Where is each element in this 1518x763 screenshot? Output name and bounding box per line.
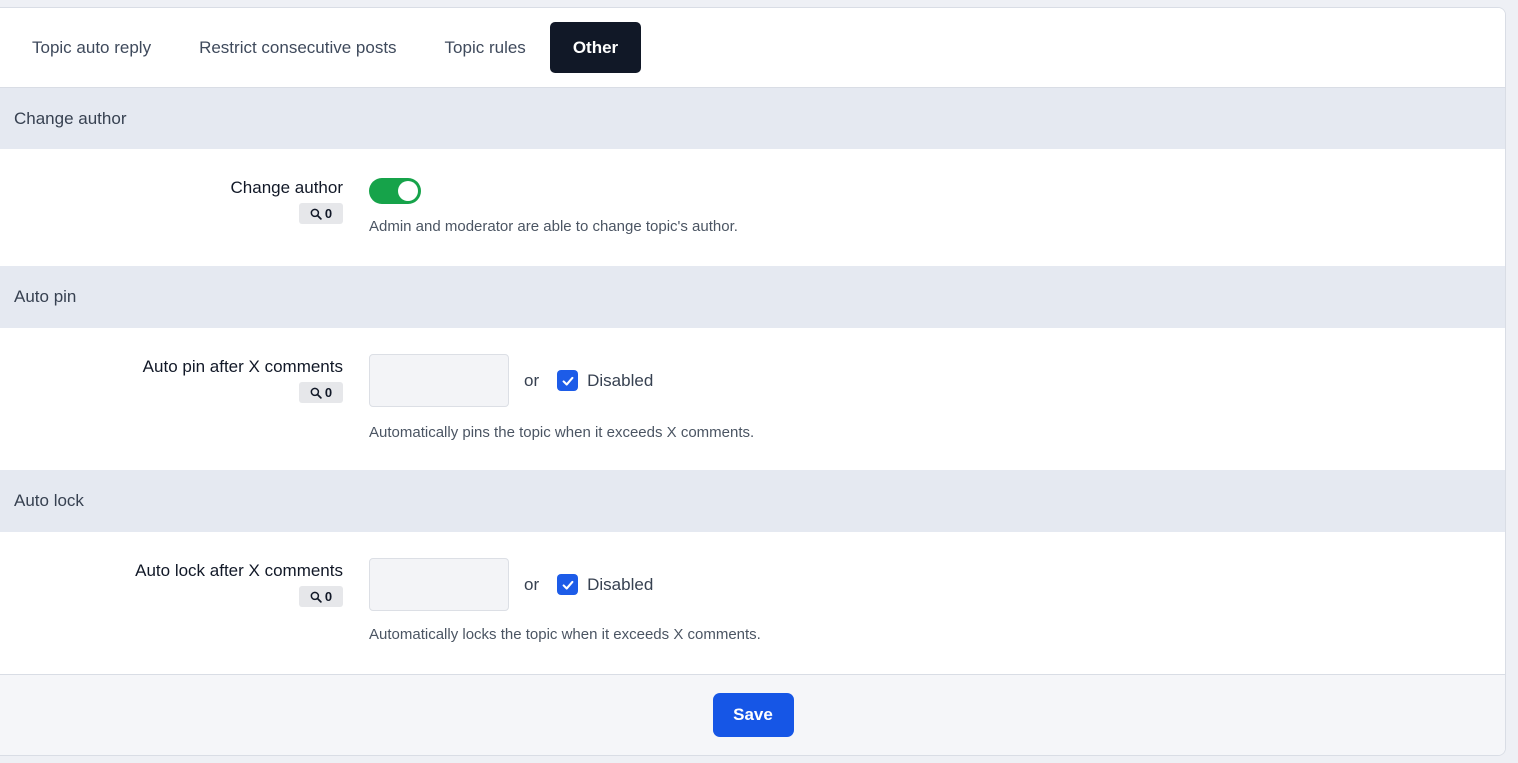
auto-lock-count-input[interactable] [369,558,509,611]
checkbox-label[interactable]: Disabled [587,371,653,391]
setting-label: Change author [230,178,343,197]
section-header-auto-lock: Auto lock [0,470,1505,532]
setting-label: Auto pin after X comments [142,357,343,376]
setting-row-change-author: Change author 0 Admin and moderator are … [0,149,1505,266]
search-count-badge[interactable]: 0 [299,382,343,403]
help-text: Admin and moderator are able to change t… [369,218,738,235]
setting-label-group: Change author 0 [0,178,343,266]
search-count: 0 [324,589,333,604]
auto-pin-disabled-checkbox[interactable] [557,370,579,391]
inline-controls: or Disabled [369,354,754,407]
search-count-badge[interactable]: 0 [299,586,343,607]
form-footer: Save [0,674,1505,755]
tab-other[interactable]: Other [549,22,642,73]
tab-topic-auto-reply[interactable]: Topic auto reply [8,22,175,73]
inline-controls: or Disabled [369,558,761,611]
section-header-change-author: Change author [0,88,1505,149]
setting-row-auto-pin: Auto pin after X comments 0 or Disabled … [0,328,1505,470]
auto-lock-disabled-checkbox[interactable] [557,574,579,595]
search-count-badge[interactable]: 0 [299,203,343,224]
setting-control-group: or Disabled Automatically locks the topi… [369,558,761,674]
tab-bar: Topic auto reply Restrict consecutive po… [0,8,1505,88]
setting-label: Auto lock after X comments [135,561,343,580]
search-icon [310,591,322,603]
save-button[interactable]: Save [712,693,794,737]
help-text: Automatically pins the topic when it exc… [369,424,755,441]
auto-pin-count-input[interactable] [369,354,509,407]
search-icon [310,208,322,220]
search-count: 0 [324,206,333,221]
tab-restrict-consecutive-posts[interactable]: Restrict consecutive posts [175,22,420,73]
checkmark-icon [562,580,574,590]
or-text: or [524,574,540,594]
change-author-toggle[interactable] [369,178,421,204]
or-text: or [524,370,540,390]
checkbox-label[interactable]: Disabled [587,575,653,595]
tab-topic-rules[interactable]: Topic rules [421,22,550,73]
checkmark-icon [562,376,574,386]
setting-control-group: Admin and moderator are able to change t… [369,178,738,266]
section-header-auto-pin: Auto pin [0,266,1505,328]
setting-label-group: Auto lock after X comments 0 [0,558,343,674]
search-icon [310,387,322,399]
setting-control-group: or Disabled Automatically pins the topic… [369,354,754,470]
setting-row-auto-lock: Auto lock after X comments 0 or Disabled… [0,532,1505,674]
settings-card: Topic auto reply Restrict consecutive po… [0,7,1506,756]
search-count: 0 [324,385,333,400]
help-text: Automatically locks the topic when it ex… [369,626,761,643]
setting-label-group: Auto pin after X comments 0 [0,354,343,470]
